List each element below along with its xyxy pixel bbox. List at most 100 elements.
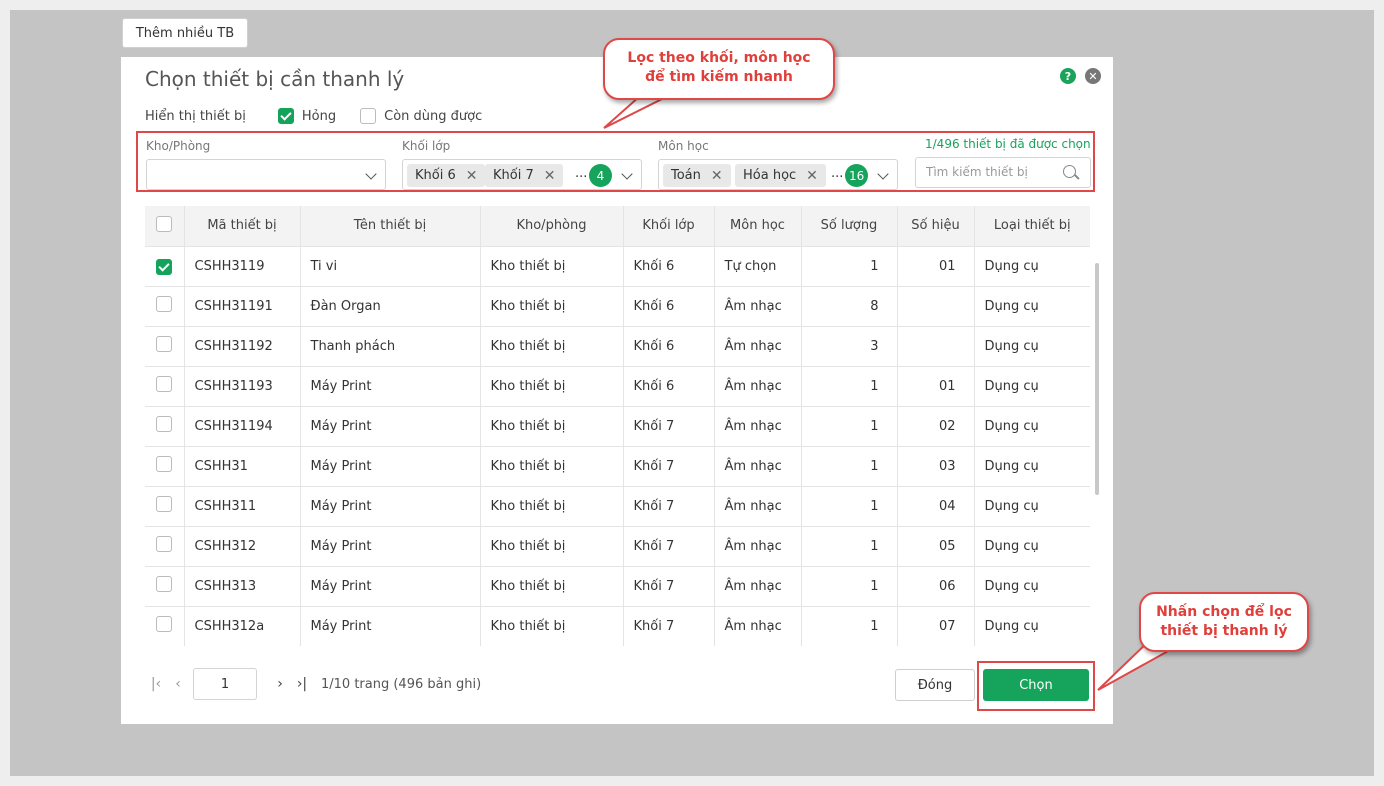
column-header[interactable]: Môn học	[714, 206, 802, 247]
column-header[interactable]: Số lượng	[801, 206, 898, 247]
choose-callout-line1: Nhấn chọn để lọc	[1156, 604, 1292, 620]
row-select-cell[interactable]	[145, 446, 185, 487]
search-input[interactable]	[926, 165, 1056, 179]
table-cell: 01	[897, 366, 975, 407]
remove-tag-icon[interactable]: ✕	[544, 168, 556, 184]
prev-page-icon[interactable]: ‹	[167, 676, 189, 692]
row-checkbox[interactable]	[156, 576, 173, 592]
grade-select[interactable]: Khối 6 ✕ Khối 7 ✕ ... 4	[402, 159, 642, 190]
page-number-input[interactable]	[193, 668, 257, 700]
column-header[interactable]: Khối lớp	[623, 206, 715, 247]
table-row[interactable]: CSHH31 Máy Print Kho thiết bị Khối 7 Âm nhạc…	[145, 446, 1090, 487]
table-cell: Âm nhạc	[714, 446, 802, 487]
column-header[interactable]: Số hiệu	[897, 206, 975, 247]
add-multiple-button[interactable]: Thêm nhiều TB	[122, 18, 248, 48]
selected-count-text: 1/496 thiết bị đã được chọn	[925, 137, 1091, 151]
table-cell: CSHH31194	[184, 406, 301, 447]
table-cell: Khối 6	[623, 326, 715, 367]
row-select-cell[interactable]	[145, 566, 185, 607]
help-icon[interactable]: ?	[1060, 68, 1076, 84]
row-select-cell[interactable]	[145, 326, 185, 367]
row-checkbox[interactable]	[156, 616, 173, 632]
column-header[interactable]: Kho/phòng	[480, 206, 624, 247]
table-row[interactable]: CSHH312 Máy Print Kho thiết bị Khối 7 Âm nhạ…	[145, 526, 1090, 567]
pagination: |‹ ‹ › ›| 1/10 trang (496 bản ghi)	[145, 668, 481, 700]
filter-callout-line2: để tìm kiếm nhanh	[645, 69, 793, 85]
table-cell: Tự chọn	[714, 246, 802, 287]
row-checkbox[interactable]	[156, 536, 173, 552]
table-row[interactable]: CSHH313 Máy Print Kho thiết bị Khối 7 Âm nhạ…	[145, 566, 1090, 607]
table-cell: 1	[801, 526, 898, 567]
subject-tag[interactable]: Toán ✕	[663, 164, 731, 187]
table-cell: Kho thiết bị	[480, 486, 624, 527]
grade-tag[interactable]: Khối 6 ✕	[407, 164, 486, 187]
row-checkbox[interactable]	[156, 456, 173, 472]
table-cell: Máy Print	[300, 526, 481, 567]
subject-select[interactable]: Toán ✕ Hóa học ✕ ... 16	[658, 159, 898, 190]
column-header[interactable]: Loại thiết bị	[974, 206, 1090, 247]
table-cell: Máy Print	[300, 566, 481, 607]
row-select-cell[interactable]	[145, 486, 185, 527]
table-cell: Khối 6	[623, 246, 715, 287]
table-cell: Dụng cụ	[974, 366, 1090, 407]
table-cell: Khối 6	[623, 286, 715, 327]
table-row[interactable]: CSHH312a Máy Print Kho thiết bị Khối 7 Âm nh…	[145, 606, 1090, 646]
table-cell: 07	[897, 606, 975, 646]
row-select-cell[interactable]	[145, 246, 185, 287]
usable-option[interactable]: Còn dùng được	[360, 108, 482, 124]
table-cell: Ti vi	[300, 246, 481, 287]
row-select-cell[interactable]	[145, 406, 185, 447]
search-box[interactable]	[915, 157, 1091, 188]
row-select-cell[interactable]	[145, 526, 185, 567]
search-icon[interactable]	[1063, 165, 1076, 178]
close-button[interactable]: Đóng	[895, 669, 975, 701]
select-all-cell[interactable]	[145, 206, 185, 247]
close-icon[interactable]: ✕	[1085, 68, 1101, 84]
table-cell: Âm nhạc	[714, 486, 802, 527]
row-checkbox[interactable]	[156, 336, 173, 352]
row-checkbox[interactable]	[156, 296, 173, 312]
row-select-cell[interactable]	[145, 286, 185, 327]
table-cell: Dụng cụ	[974, 246, 1090, 287]
subject-tag[interactable]: Hóa học ✕	[735, 164, 826, 187]
table-row[interactable]: CSHH31192 Thanh phách Kho thiết bị Khối 6 Âm…	[145, 326, 1090, 367]
table-row[interactable]: CSHH31194 Máy Print Kho thiết bị Khối 7 Âm n…	[145, 406, 1090, 447]
table-cell: CSHH31191	[184, 286, 301, 327]
row-checkbox[interactable]	[156, 376, 173, 392]
row-checkbox[interactable]	[156, 258, 173, 275]
remove-tag-icon[interactable]: ✕	[806, 168, 818, 184]
table-cell: 04	[897, 486, 975, 527]
select-all-checkbox[interactable]	[156, 215, 173, 232]
table-cell: Âm nhạc	[714, 286, 802, 327]
next-page-icon[interactable]: ›	[269, 676, 291, 692]
remove-tag-icon[interactable]: ✕	[711, 168, 723, 184]
table-scrollbar[interactable]	[1095, 263, 1099, 495]
table-cell: 3	[801, 326, 898, 367]
first-page-icon[interactable]: |‹	[145, 676, 167, 692]
grade-tag[interactable]: Khối 7 ✕	[485, 164, 564, 187]
column-header[interactable]: Mã thiết bị	[184, 206, 301, 247]
usable-checkbox[interactable]	[360, 108, 377, 124]
table-row[interactable]: CSHH311 Máy Print Kho thiết bị Khối 7 Âm nhạ…	[145, 486, 1090, 527]
choose-button[interactable]: Chọn	[983, 669, 1089, 701]
broken-checkbox[interactable]	[277, 108, 294, 124]
table-row[interactable]: CSHH3119 Ti vi Kho thiết bị Khối 6 Tự chọn 1 0…	[145, 246, 1090, 287]
table-cell: Dụng cụ	[974, 406, 1090, 447]
remove-tag-icon[interactable]: ✕	[466, 168, 478, 184]
table-cell: Dụng cụ	[974, 486, 1090, 527]
table-cell: Dụng cụ	[974, 446, 1090, 487]
row-checkbox[interactable]	[156, 496, 173, 512]
table-cell: 8	[801, 286, 898, 327]
table-cell: Khối 7	[623, 566, 715, 607]
table-cell: Kho thiết bị	[480, 526, 624, 567]
table-row[interactable]: CSHH31193 Máy Print Kho thiết bị Khối 6 Âm n…	[145, 366, 1090, 407]
row-select-cell[interactable]	[145, 366, 185, 407]
column-header[interactable]: Tên thiết bị	[300, 206, 481, 247]
table-row[interactable]: CSHH31191 Đàn Organ Kho thiết bị Khối 6 Âm n…	[145, 286, 1090, 327]
row-select-cell[interactable]	[145, 606, 185, 646]
row-checkbox[interactable]	[156, 416, 173, 432]
warehouse-select[interactable]	[146, 159, 386, 190]
broken-option[interactable]: Hỏng	[277, 108, 336, 124]
subject-tag-label: Hóa học	[743, 168, 797, 183]
last-page-icon[interactable]: ›|	[291, 676, 313, 692]
